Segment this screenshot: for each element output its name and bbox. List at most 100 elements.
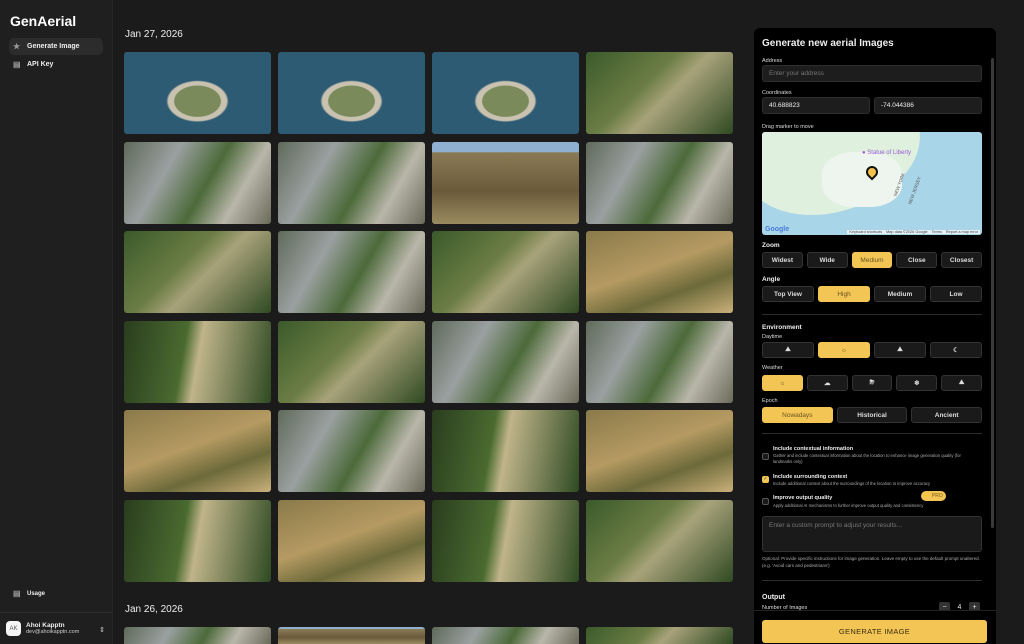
generated-image-thumbnail[interactable] xyxy=(586,627,733,644)
angle-option-0[interactable]: Top View xyxy=(762,286,814,302)
coordinates-label: Coordinates xyxy=(762,90,792,96)
epoch-selector: NowadaysHistoricalAncient xyxy=(762,407,982,423)
angle-option-2[interactable]: Medium xyxy=(874,286,926,302)
generated-image-thumbnail[interactable] xyxy=(278,52,425,134)
generated-image-thumbnail[interactable] xyxy=(432,500,579,582)
daytime-option-2[interactable]: ⛰ xyxy=(874,342,926,358)
generated-image-thumbnail[interactable] xyxy=(124,52,271,134)
zoom-option-4[interactable]: Closest xyxy=(941,252,982,268)
surrounding-context-checkbox[interactable]: ✓ xyxy=(762,476,769,483)
daytime-option-3[interactable]: ☾ xyxy=(930,342,982,358)
angle-option-1[interactable]: High xyxy=(818,286,870,302)
avatar: AK xyxy=(6,621,21,636)
sidebar-item-generate-image[interactable]: ★Generate Image xyxy=(9,38,103,55)
user-menu[interactable]: AK Ahoi Kapptndev@ahoikapptn.com ⇕ xyxy=(0,612,113,644)
generated-image-thumbnail[interactable] xyxy=(586,142,733,224)
zoom-option-1[interactable]: Wide xyxy=(807,252,848,268)
map-island xyxy=(822,152,902,207)
generate-panel: Generate new aerial Images Address Coord… xyxy=(754,28,996,644)
generated-image-thumbnail[interactable] xyxy=(432,410,579,492)
divider xyxy=(762,314,982,315)
chevron-up-down-icon[interactable]: ⇕ xyxy=(99,626,105,634)
image-grid xyxy=(124,627,733,644)
angle-selector: Top ViewHighMediumLow xyxy=(762,286,982,302)
zoom-option-0[interactable]: Widest xyxy=(762,252,803,268)
image-grid xyxy=(124,52,733,582)
daytime-label: Daytime xyxy=(762,334,782,340)
epoch-option-0[interactable]: Nowadays xyxy=(762,407,833,423)
generated-image-thumbnail[interactable] xyxy=(124,627,271,644)
map-poi[interactable]: ● Statue of Liberty xyxy=(862,150,911,156)
generated-image-thumbnail[interactable] xyxy=(278,321,425,403)
daytime-option-1[interactable]: ☼ xyxy=(818,342,870,358)
generated-image-thumbnail[interactable] xyxy=(586,321,733,403)
contextual-info-checkbox[interactable] xyxy=(762,453,769,460)
option-description: Apply additional AI mechanisms to furthe… xyxy=(773,503,978,509)
weather-selector: ☼☁⛈❄⛰ xyxy=(762,375,982,391)
generated-image-thumbnail[interactable] xyxy=(124,500,271,582)
daytime-option-0[interactable]: ⛰ xyxy=(762,342,814,358)
date-heading: Jan 27, 2026 xyxy=(125,29,183,40)
generated-image-thumbnail[interactable] xyxy=(278,627,425,644)
latitude-input[interactable]: 40.688823 xyxy=(762,97,870,114)
scrollbar[interactable] xyxy=(991,58,994,528)
address-input[interactable] xyxy=(762,65,982,82)
zoom-option-3[interactable]: Close xyxy=(896,252,937,268)
generated-image-thumbnail[interactable] xyxy=(432,231,579,313)
weather-option-0[interactable]: ☼ xyxy=(762,375,803,391)
daytime-selector: ⛰☼⛰☾ xyxy=(762,342,982,358)
angle-option-3[interactable]: Low xyxy=(930,286,982,302)
epoch-option-2[interactable]: Ancient xyxy=(911,407,982,423)
weather-option-4[interactable]: ⛰ xyxy=(941,375,982,391)
weather-option-2[interactable]: ⛈ xyxy=(852,375,893,391)
generated-image-thumbnail[interactable] xyxy=(586,231,733,313)
keyboard-shortcuts-link[interactable]: Keyboard shortcuts xyxy=(849,230,882,234)
epoch-label: Epoch xyxy=(762,398,778,404)
weather-option-3[interactable]: ❄ xyxy=(896,375,937,391)
option-title: Include contextual information xyxy=(773,446,853,452)
generated-image-thumbnail[interactable] xyxy=(124,142,271,224)
generated-image-thumbnail[interactable] xyxy=(124,231,271,313)
custom-prompt-textarea[interactable]: Enter a custom prompt to adjust your res… xyxy=(762,516,982,552)
output-label: Output xyxy=(762,594,785,601)
generated-image-thumbnail[interactable] xyxy=(124,321,271,403)
sidebar-item-api-key[interactable]: ▤API Key xyxy=(9,56,103,73)
prompt-help-text: Optional: Provide specific instructions … xyxy=(762,556,982,569)
longitude-input[interactable]: -74.044386 xyxy=(874,97,982,114)
sidebar-item-label: API Key xyxy=(27,61,53,68)
usage-icon: ▤ xyxy=(13,590,22,597)
improve-quality-checkbox[interactable] xyxy=(762,498,769,505)
generate-image-button[interactable]: GENERATE IMAGE xyxy=(762,620,987,643)
generated-image-thumbnail[interactable] xyxy=(278,410,425,492)
generated-image-thumbnail[interactable] xyxy=(586,52,733,134)
date-heading: Jan 26, 2026 xyxy=(125,604,183,615)
generated-image-thumbnail[interactable] xyxy=(586,500,733,582)
map-attribution: Keyboard shortcutsMap data ©2026 GoogleT… xyxy=(847,230,980,234)
generated-image-thumbnail[interactable] xyxy=(432,627,579,644)
generated-image-thumbnail[interactable] xyxy=(278,500,425,582)
zoom-option-2[interactable]: Medium xyxy=(852,252,893,268)
terms-link[interactable]: Terms xyxy=(932,230,942,234)
generated-image-thumbnail[interactable] xyxy=(432,142,579,224)
generated-image-thumbnail[interactable] xyxy=(278,231,425,313)
map[interactable]: ● Statue of Liberty NEW YORK NEW JERSEY … xyxy=(762,132,982,235)
environment-label: Environment xyxy=(762,324,802,331)
generated-image-thumbnail[interactable] xyxy=(124,410,271,492)
generated-image-thumbnail[interactable] xyxy=(432,321,579,403)
sidebar: GenAerial ★Generate Image ▤API Key ▤Usag… xyxy=(0,0,113,644)
angle-label: Angle xyxy=(762,276,780,283)
option-title: Improve output quality xyxy=(773,495,832,501)
user-email: dev@ahoikapptn.com xyxy=(26,629,79,635)
sidebar-item-label: Usage xyxy=(27,591,45,597)
generated-image-thumbnail[interactable] xyxy=(278,142,425,224)
google-logo: Google xyxy=(765,226,789,233)
sidebar-item-label: Generate Image xyxy=(27,43,80,50)
address-label: Address xyxy=(762,58,782,64)
weather-option-1[interactable]: ☁ xyxy=(807,375,848,391)
sidebar-item-usage[interactable]: ▤ Usage xyxy=(9,585,103,602)
generated-image-thumbnail[interactable] xyxy=(586,410,733,492)
epoch-option-1[interactable]: Historical xyxy=(837,407,908,423)
report-error-link[interactable]: Report a map error xyxy=(946,230,978,234)
generated-image-thumbnail[interactable] xyxy=(432,52,579,134)
divider xyxy=(762,580,982,581)
